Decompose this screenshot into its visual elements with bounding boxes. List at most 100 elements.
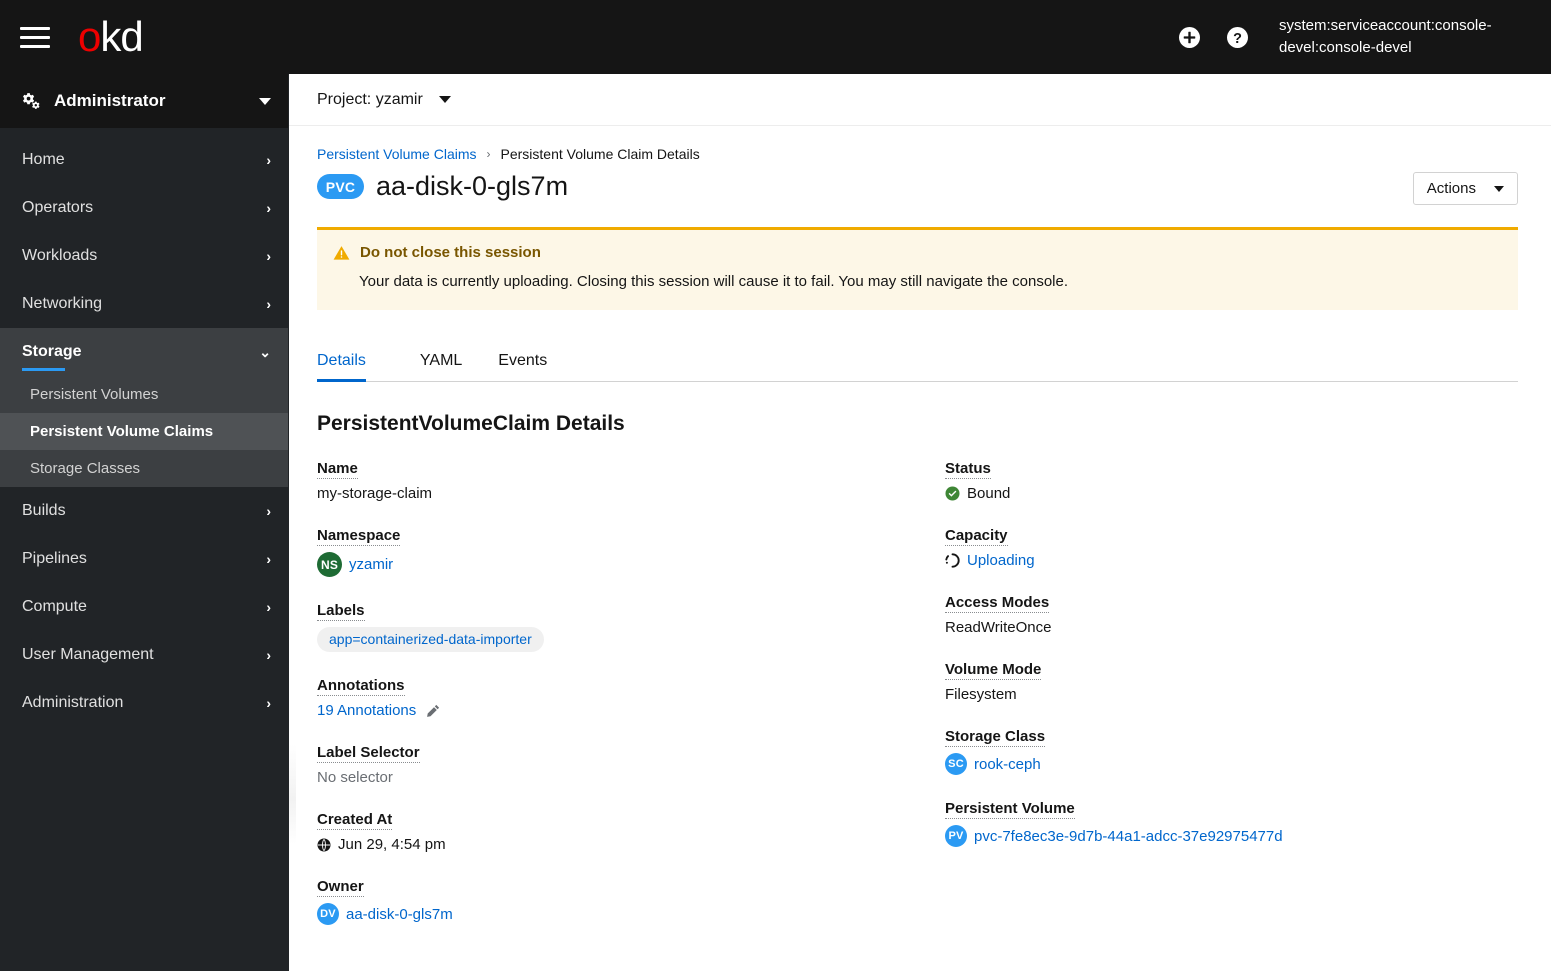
chevron-right-icon: ›	[266, 503, 271, 519]
detail-value: app=containerized-data-importer	[317, 627, 920, 652]
persistent-volume-link[interactable]: pvc-7fe8ec3e-9d7b-44a1-adcc-37e92975477d	[974, 828, 1283, 845]
owner-link[interactable]: aa-disk-0-gls7m	[346, 906, 453, 923]
breadcrumb-link-persistent-volume-claims[interactable]: Persistent Volume Claims	[317, 146, 477, 162]
chevron-down-icon[interactable]	[259, 97, 271, 105]
sidebar-item-operators[interactable]: Operators ›	[0, 184, 289, 232]
sidebar-subitem-label: Storage Classes	[30, 460, 141, 477]
status-text: Bound	[967, 485, 1011, 502]
project-selector-bar: Project: yzamir	[289, 74, 1551, 126]
datavolume-resource-badge: DV	[317, 903, 339, 925]
sidebar-item-home[interactable]: Home ›	[0, 136, 289, 184]
detail-value: SC rook-ceph	[945, 753, 1523, 775]
sidebar-item-label: Compute	[22, 598, 87, 615]
sidebar-item-workloads[interactable]: Workloads ›	[0, 232, 289, 280]
label-chip[interactable]: app=containerized-data-importer	[317, 627, 544, 652]
detail-term: Label Selector	[317, 744, 420, 763]
namespace-link[interactable]: yzamir	[349, 556, 393, 573]
sidebar-item-administration[interactable]: Administration ›	[0, 679, 289, 727]
sidebar-item-label: Pipelines	[22, 550, 87, 567]
alert-description: Your data is currently uploading. Closin…	[359, 273, 1069, 290]
masthead-actions: ? system:serviceaccount:console-devel:co…	[1165, 13, 1529, 61]
content-scroll-area[interactable]: Persistent Volume Claims › Persistent Vo…	[289, 126, 1551, 971]
sidebar-item-compute[interactable]: Compute ›	[0, 583, 289, 631]
detail-term: Volume Mode	[945, 661, 1042, 680]
sidebar-item-label: Storage	[22, 343, 82, 360]
sidebar-item-label: Networking	[22, 295, 103, 312]
detail-tabs: Details YAML Events	[317, 342, 1518, 382]
main-content: Project: yzamir Persistent Volume Claims…	[289, 74, 1551, 971]
detail-name: Name my-storage-claim	[317, 460, 920, 502]
detail-namespace: Namespace NS yzamir	[317, 527, 920, 577]
sidebar-subitem-label: Persistent Volumes	[30, 386, 159, 403]
cogs-icon	[22, 92, 44, 111]
sidebar-item-persistent-volume-claims[interactable]: Persistent Volume Claims	[0, 413, 289, 450]
detail-label-selector: Label Selector No selector	[317, 744, 920, 786]
sidebar-item-persistent-volumes[interactable]: Persistent Volumes	[0, 376, 289, 413]
sidebar-item-networking[interactable]: Networking ›	[0, 280, 289, 328]
hamburger-icon[interactable]	[18, 22, 52, 52]
question-circle-icon[interactable]: ?	[1213, 13, 1261, 61]
page-title: aa-disk-0-gls7m	[376, 171, 569, 201]
detail-annotations: Annotations 19 Annotations	[317, 677, 920, 719]
actions-button-label: Actions	[1426, 180, 1476, 197]
detail-term: Namespace	[317, 527, 401, 546]
chevron-right-icon: ›	[266, 551, 271, 567]
detail-storage-class: Storage Class SC rook-ceph	[945, 728, 1523, 775]
tab-details[interactable]: Details	[317, 342, 384, 382]
project-selector[interactable]: Project: yzamir	[317, 91, 423, 109]
detail-value: Bound	[945, 485, 1523, 502]
app-body: Administrator Home › Operators › Workloa…	[0, 74, 1551, 971]
detail-volume-mode: Volume Mode Filesystem	[945, 661, 1523, 703]
sidebar-item-builds[interactable]: Builds ›	[0, 487, 289, 535]
tab-yaml[interactable]: YAML	[402, 342, 480, 381]
details-column-left: Name my-storage-claim Namespace NS yzami…	[317, 460, 920, 925]
chevron-right-icon: ›	[266, 599, 271, 615]
storage-class-link[interactable]: rook-ceph	[974, 756, 1041, 773]
detail-value: my-storage-claim	[317, 485, 433, 502]
okd-console: o kd ? system:serviceaccount:console-deve…	[0, 0, 1551, 971]
detail-value: Filesystem	[945, 686, 1017, 703]
pencil-icon[interactable]	[426, 704, 440, 718]
sidebar-item-label: Workloads	[22, 247, 98, 264]
annotations-link[interactable]: 19 Annotations	[317, 702, 416, 719]
detail-value: PV pvc-7fe8ec3e-9d7b-44a1-adcc-37e929754…	[945, 825, 1523, 847]
okd-logo[interactable]: o kd	[78, 16, 144, 58]
svg-text:?: ?	[1233, 31, 1242, 47]
detail-term: Created At	[317, 811, 393, 830]
detail-value: 19 Annotations	[317, 702, 920, 719]
sidebar-item-user-management[interactable]: User Management ›	[0, 631, 289, 679]
detail-term: Storage Class	[945, 728, 1046, 747]
check-circle-icon	[945, 486, 960, 501]
user-account-menu[interactable]: system:serviceaccount:console-devel:cons…	[1279, 15, 1529, 59]
detail-value: DV aa-disk-0-gls7m	[317, 903, 920, 925]
plus-circle-icon[interactable]	[1165, 13, 1213, 61]
chevron-right-icon: ›	[266, 200, 271, 216]
sidebar-item-pipelines[interactable]: Pipelines ›	[0, 535, 289, 583]
sidebar-item-label: Operators	[22, 199, 94, 216]
detail-capacity: Capacity Uploading	[945, 527, 1523, 569]
namespace-resource-badge: NS	[317, 552, 342, 577]
warning-triangle-icon	[333, 245, 350, 261]
created-at-timestamp: Jun 29, 4:54 pm	[338, 836, 446, 853]
actions-button[interactable]: Actions	[1412, 172, 1518, 205]
detail-owner: Owner DV aa-disk-0-gls7m	[317, 878, 920, 925]
detail-term: Annotations	[317, 677, 405, 696]
detail-term: Capacity	[945, 527, 1008, 546]
sidebar-item-storage[interactable]: Storage ⌄	[0, 328, 289, 376]
sidebar-item-label: User Management	[22, 646, 154, 663]
capacity-uploading-link[interactable]: Uploading	[967, 552, 1035, 569]
sidebar-item-label: Administration	[22, 694, 124, 711]
sidebar-item-storage-classes[interactable]: Storage Classes	[0, 450, 289, 487]
caret-down-icon[interactable]	[438, 96, 451, 103]
primary-sidebar: Administrator Home › Operators › Workloa…	[0, 74, 289, 971]
details-grid: Name my-storage-claim Namespace NS yzami…	[289, 436, 1551, 925]
chevron-right-icon: ›	[266, 152, 271, 168]
tab-events[interactable]: Events	[480, 342, 565, 381]
details-section-heading: PersistentVolumeClaim Details	[317, 412, 625, 435]
detail-value: Jun 29, 4:54 pm	[317, 836, 920, 853]
spinner-icon	[945, 553, 960, 568]
perspective-switcher[interactable]: Administrator	[0, 74, 289, 128]
detail-term: Access Modes	[945, 594, 1050, 613]
chevron-right-icon: ›	[266, 695, 271, 711]
detail-term: Persistent Volume	[945, 800, 1075, 819]
